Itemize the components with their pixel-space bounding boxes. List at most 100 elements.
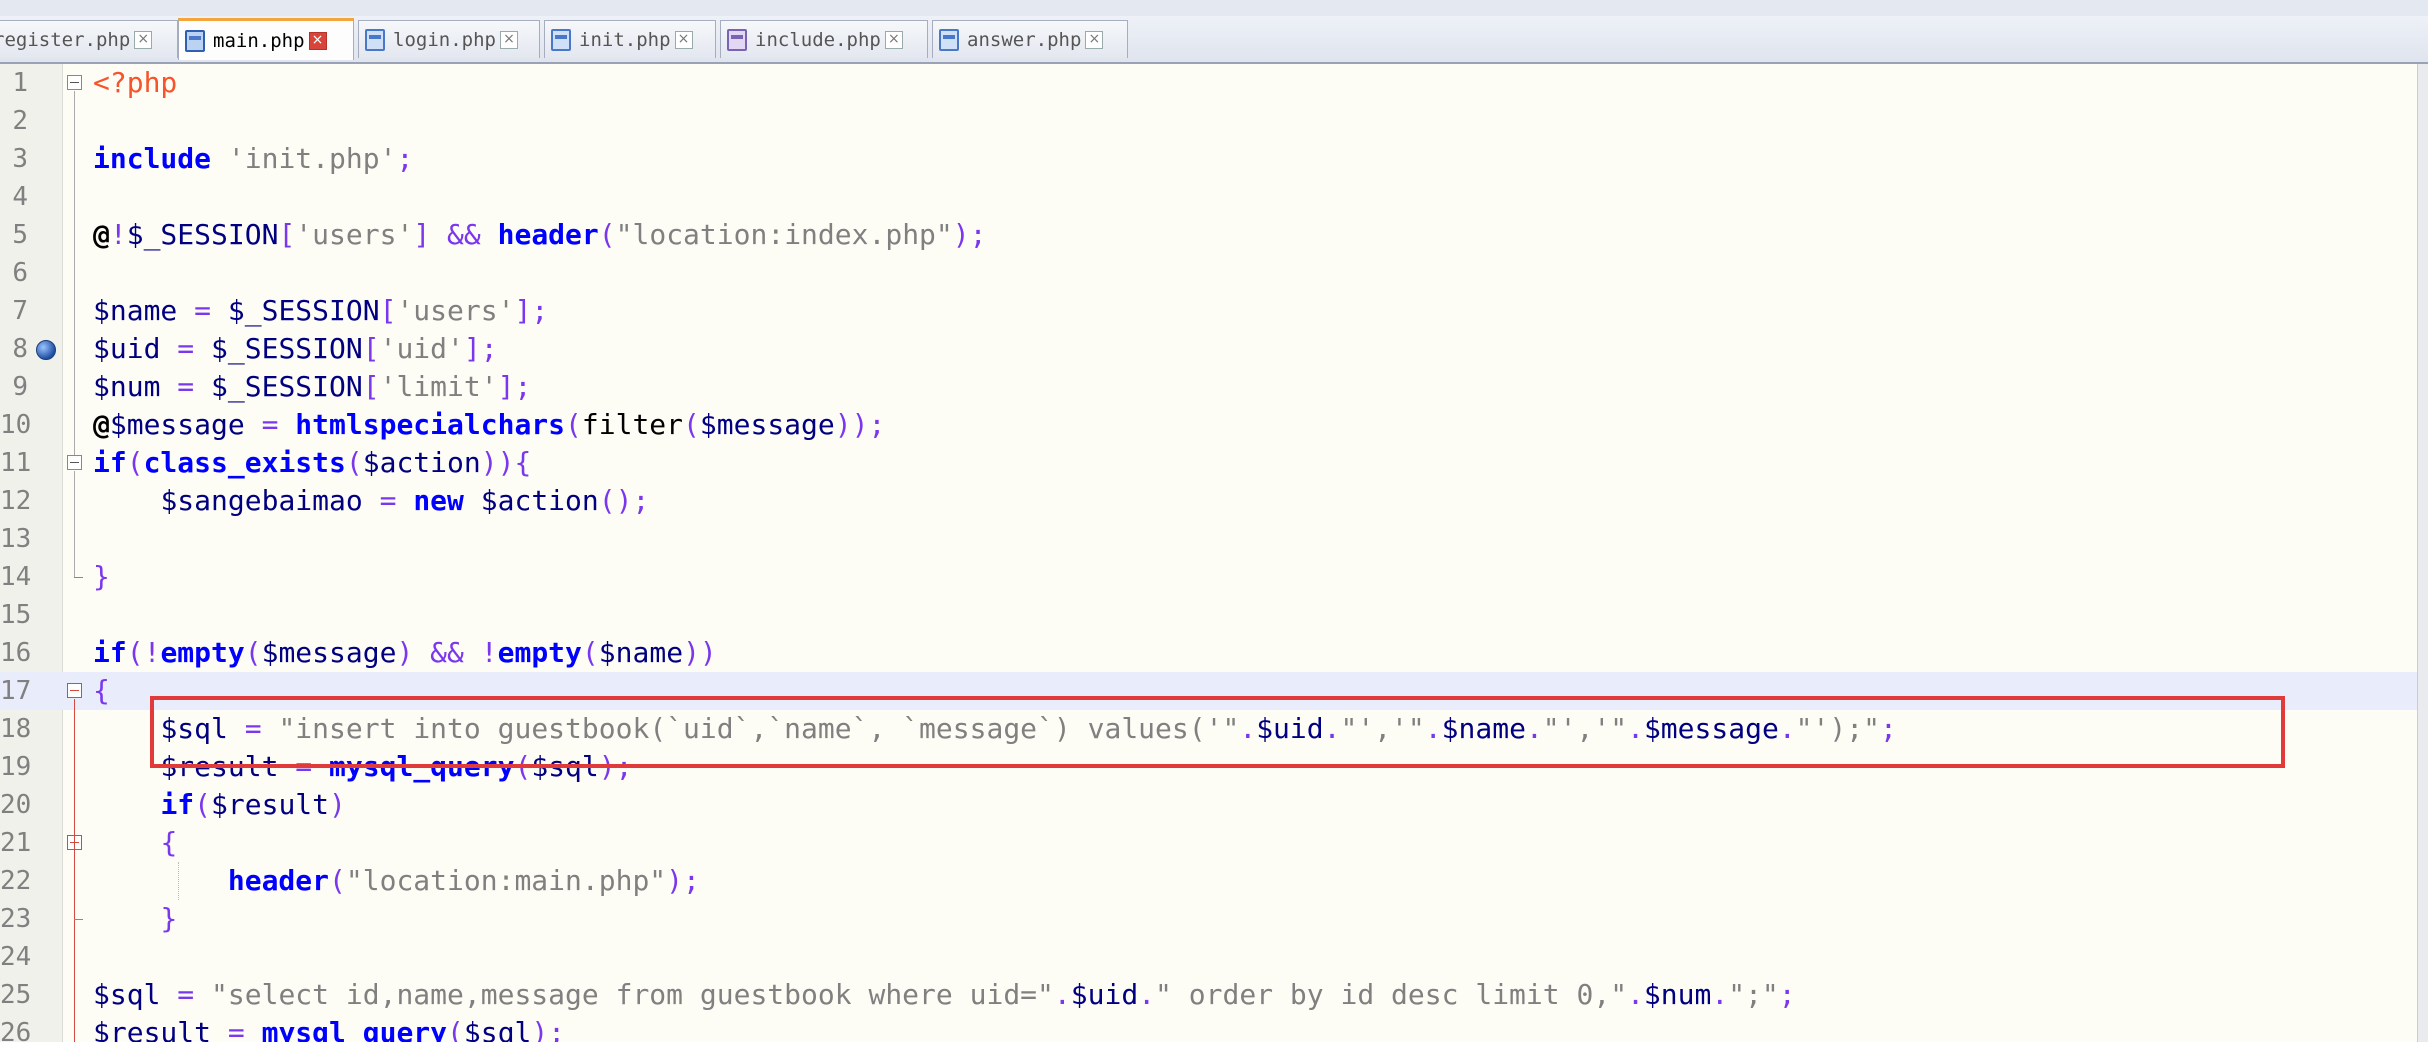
code-text: <?php	[93, 64, 177, 102]
code-token: class_exists	[143, 446, 346, 479]
code-line[interactable]: 21 {	[0, 824, 2418, 862]
fold-toggle-icon[interactable]	[67, 455, 82, 470]
line-number: 5	[12, 220, 28, 250]
code-token: " order by id desc limit 0,"	[1155, 978, 1628, 1011]
tab-label: login.php	[393, 28, 496, 51]
code-line[interactable]: 22 header("location:main.php");	[0, 862, 2418, 900]
code-token: =	[160, 332, 212, 365]
tab-register-php[interactable]: register.php ×	[0, 20, 178, 58]
tab-main-php[interactable]: main.php ×	[178, 18, 354, 60]
code-token: $_SESSION	[211, 332, 363, 365]
close-icon[interactable]: ×	[499, 30, 518, 49]
code-token: <?php	[93, 66, 178, 99]
code-token: if	[93, 636, 127, 669]
code-text: }	[93, 900, 177, 938]
code-text: @$message = htmlspecialchars(filter($mes…	[93, 406, 885, 444]
code-line[interactable]: 9 $num = $_SESSION['limit'];	[0, 368, 2418, 406]
code-text: header("location:main.php");	[93, 862, 700, 900]
code-text: $sangebaimao = new $action();	[93, 482, 649, 520]
code-line[interactable]: 26 $result = mysql_query($sql);	[0, 1014, 2418, 1042]
code-text: if(class_exists($action)){	[93, 444, 531, 482]
tab-answer-php[interactable]: answer.php ×	[932, 20, 1128, 58]
code-text: $uid = $_SESSION['uid'];	[93, 330, 498, 368]
tab-label: main.php	[213, 29, 305, 52]
line-number: 17	[0, 676, 32, 706]
vertical-scrollbar[interactable]	[2417, 64, 2428, 1042]
code-token: $name	[598, 636, 684, 669]
code-line[interactable]: 4	[0, 178, 2418, 216]
code-line[interactable]: 24	[0, 938, 2418, 976]
close-icon[interactable]: ×	[134, 30, 153, 49]
code-token: .	[1711, 978, 1729, 1011]
code-token: (!	[126, 636, 161, 669]
line-number: 24	[0, 942, 32, 972]
code-line[interactable]: 10 @$message = htmlspecialchars(filter($m…	[0, 406, 2418, 444]
code-token: $sql	[93, 978, 161, 1011]
line-number: 2	[12, 106, 28, 136]
line-number: 21	[0, 828, 32, 858]
code-line[interactable]: 1 <?php	[0, 64, 2418, 102]
file-icon	[365, 28, 385, 51]
code-line[interactable]: 8 $uid = $_SESSION['uid'];	[0, 330, 2418, 368]
code-token: ) && !	[396, 636, 498, 669]
code-token: $name	[93, 294, 178, 327]
code-line[interactable]: 20 if($result)	[0, 786, 2418, 824]
code-line[interactable]: 7 $name = $_SESSION['users'];	[0, 292, 2418, 330]
close-icon[interactable]: ×	[674, 30, 693, 49]
code-token: $sangebaimao	[160, 484, 363, 517]
code-line[interactable]: 12 $sangebaimao = new $action();	[0, 482, 2418, 520]
code-token: empty	[497, 636, 582, 669]
tab-init-php[interactable]: init.php ×	[544, 20, 716, 58]
code-text: @!$_SESSION['users'] && header("location…	[93, 216, 987, 254]
close-icon[interactable]: ×	[308, 31, 327, 50]
close-icon[interactable]: ×	[1085, 30, 1104, 49]
code-token: .	[1053, 978, 1071, 1011]
code-token: empty	[160, 636, 245, 669]
code-token: 'init.php'	[227, 142, 397, 175]
line-number: 25	[0, 980, 32, 1010]
line-number: 22	[0, 866, 32, 896]
code-token: $message	[699, 408, 835, 441]
code-token: (	[581, 636, 599, 669]
fold-toggle-icon[interactable]	[67, 683, 82, 698]
code-line[interactable]: 15	[0, 596, 2418, 634]
tab-login-php[interactable]: login.php ×	[358, 20, 540, 58]
bookmark-icon[interactable]	[36, 340, 56, 360]
code-line[interactable]: 2	[0, 102, 2418, 140]
code-line[interactable]: 6	[0, 254, 2418, 292]
code-text: $num = $_SESSION['limit'];	[93, 368, 531, 406]
code-line[interactable]: 16 if(!empty($message) && !empty($name))	[0, 634, 2418, 672]
code-line[interactable]: 11 if(class_exists($action)){	[0, 444, 2418, 482]
code-token: $action	[362, 446, 481, 479]
indent-guide	[178, 862, 179, 900]
code-token: (	[194, 788, 212, 821]
code-token: }	[93, 560, 110, 593]
code-line[interactable]: 3 include 'init.php';	[0, 140, 2418, 178]
code-token: new	[413, 484, 464, 517]
code-token: [	[362, 332, 380, 365]
fold-toggle-icon[interactable]	[67, 75, 82, 90]
code-token: );	[666, 864, 700, 897]
code-token: $result	[211, 788, 330, 821]
code-line[interactable]: 14}	[0, 558, 2418, 596]
line-number: 7	[12, 296, 28, 326]
line-number: 23	[0, 904, 32, 934]
code-token: =	[177, 294, 228, 327]
line-number: 12	[0, 486, 32, 516]
code-line[interactable]: 13	[0, 520, 2418, 558]
code-line[interactable]: 5 @!$_SESSION['users'] && header("locatio…	[0, 216, 2418, 254]
code-text: include 'init.php';	[93, 140, 413, 178]
code-token: 'uid'	[379, 332, 464, 365]
code-token: $sql	[463, 1016, 532, 1042]
highlight-annotation-box	[150, 696, 2285, 768]
file-icon	[939, 28, 959, 51]
close-icon[interactable]: ×	[884, 30, 903, 49]
tab-include-php[interactable]: include.php ×	[720, 20, 928, 58]
code-token: =	[244, 408, 296, 441]
code-line[interactable]: 25 $sql = "select id,name,message from gu…	[0, 976, 2418, 1014]
code-line[interactable]: 23 }	[0, 900, 2418, 938]
code-editor[interactable]: 1 <?php 2 3 include 'init.php'; 4 5 @!$_SESSION…	[0, 64, 2418, 1042]
code-token: (	[598, 218, 616, 251]
